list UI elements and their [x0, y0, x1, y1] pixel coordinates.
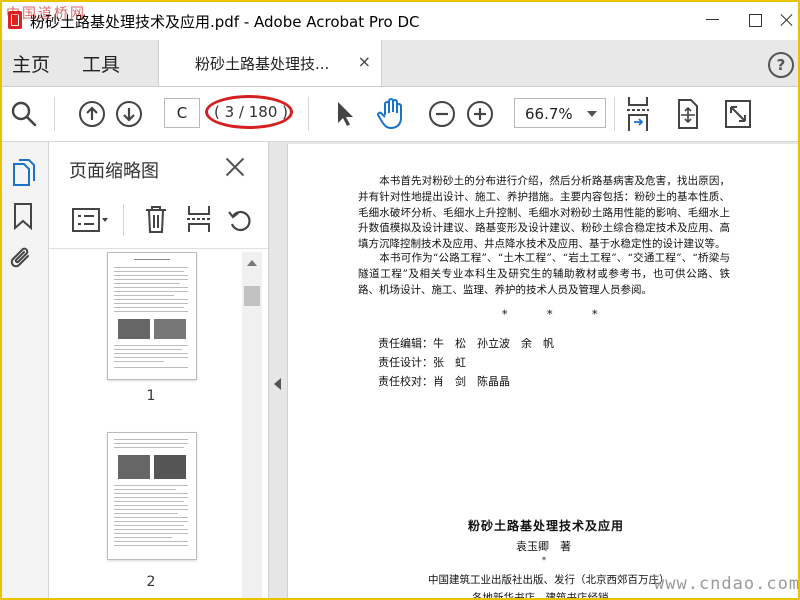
- thumbnail-label-1: 1: [146, 388, 156, 404]
- scroll-up-icon[interactable]: [247, 260, 257, 266]
- book-author: 袁玉卿 著: [516, 540, 571, 553]
- distributor-line: 各地新华书店、建筑书店经销: [472, 592, 609, 598]
- window-title: 粉砂土路基处理技术及应用.pdf - Adobe Acrobat Pro DC: [30, 13, 420, 31]
- small-star: *: [542, 556, 546, 565]
- document-viewer[interactable]: 本书首先对粉砂土的分布进行介绍，然后分析路基病害及危害，找出原因，并有针对性地提…: [269, 142, 798, 598]
- close-tab-icon[interactable]: ×: [358, 52, 371, 71]
- bookmark-icon[interactable]: [12, 202, 34, 230]
- summary-paragraph: 本书首先对粉砂土的分布进行介绍，然后分析路基病害及危害，找出原因，并有针对性地提…: [358, 174, 730, 253]
- thumbnail-pane-title: 页面缩略图: [69, 161, 159, 182]
- thumbnail-tools: [49, 192, 268, 249]
- help-icon[interactable]: ?: [768, 52, 794, 78]
- navigation-rail: [2, 142, 49, 598]
- home-menu[interactable]: 主页: [12, 50, 50, 77]
- full-screen-icon[interactable]: [724, 99, 752, 129]
- document-tab[interactable]: 粉砂土路基处理技... ×: [158, 40, 382, 86]
- zoom-in-icon[interactable]: [466, 100, 494, 128]
- collapse-pane-icon[interactable]: [274, 378, 281, 390]
- toolbar-separator: [614, 97, 615, 131]
- credit-editor: 责任编辑：牛 松 孙立波 余 帆: [378, 337, 554, 350]
- delete-page-icon[interactable]: [143, 204, 169, 234]
- extract-page-icon[interactable]: [185, 204, 213, 234]
- tools-separator: [123, 204, 124, 236]
- document-page: 本书首先对粉砂土的分布进行介绍，然后分析路基病害及危害，找出原因，并有针对性地提…: [287, 144, 798, 598]
- audience-paragraph: 本书可作为“公路工程”、“土木工程”、“岩土工程”、“交通工程”、“桥梁与隧道工…: [358, 251, 730, 298]
- zoom-select[interactable]: 66.7%: [514, 98, 606, 128]
- title-bar: 粉砂土路基处理技术及应用.pdf - Adobe Acrobat Pro DC …: [2, 2, 798, 40]
- thumbnail-page-2[interactable]: [107, 432, 197, 560]
- thumbnail-options-icon[interactable]: [71, 206, 111, 234]
- watermark-bottom-right: www.cndao.com: [654, 574, 800, 594]
- red-highlight-ellipse: [205, 95, 293, 129]
- publisher-line: 中国建筑工业出版社出版、发行（北京西郊百万庄）: [428, 574, 670, 586]
- close-window-button[interactable]: [774, 8, 798, 32]
- select-arrow-icon[interactable]: [332, 99, 358, 129]
- minimize-button[interactable]: [700, 8, 726, 32]
- acrobat-app-icon: [8, 11, 22, 29]
- hand-tool-icon[interactable]: [376, 97, 408, 131]
- rotate-page-icon[interactable]: [227, 206, 255, 234]
- document-tab-label: 粉砂土路基处理技...: [195, 55, 330, 73]
- search-icon[interactable]: [10, 100, 38, 128]
- close-pane-icon[interactable]: [223, 155, 247, 179]
- book-title: 粉砂土路基处理技术及应用: [468, 519, 625, 533]
- scroll-mode-icon[interactable]: [624, 95, 652, 133]
- audience-text: 本书可作为“公路工程”、“土木工程”、“岩土工程”、“交通工程”、“桥梁与隧道工…: [358, 252, 730, 296]
- page-thumbnails-icon[interactable]: [10, 158, 38, 188]
- maximize-button[interactable]: [742, 8, 768, 32]
- credit-design: 责任设计：张 虹: [378, 356, 466, 369]
- tools-menu[interactable]: 工具: [82, 50, 120, 77]
- summary-text: 本书首先对粉砂土的分布进行介绍，然后分析路基病害及危害，找出原因，并有针对性地提…: [358, 175, 730, 251]
- next-page-icon[interactable]: [115, 100, 143, 128]
- zoom-out-icon[interactable]: [428, 100, 456, 128]
- zoom-value: 66.7%: [525, 105, 573, 123]
- credit-proofread: 责任校对：肖 剑 陈晶晶: [378, 375, 510, 388]
- app-window: 粉砂土路基处理技术及应用.pdf - Adobe Acrobat Pro DC …: [0, 0, 800, 600]
- scrollbar-thumb[interactable]: [244, 286, 260, 306]
- toolbar: C ( 3 / 180 ) 66.7%: [2, 87, 798, 142]
- current-page-input[interactable]: C: [164, 98, 200, 128]
- menu-bar: 主页 工具 粉砂土路基处理技... × ?: [2, 40, 798, 87]
- section-separator: * * *: [502, 308, 616, 321]
- thumbnail-label-2: 2: [146, 574, 156, 590]
- attachment-icon[interactable]: [8, 244, 36, 274]
- chevron-down-icon: [587, 111, 597, 117]
- toolbar-separator: [308, 97, 309, 131]
- thumbnail-pane: 页面缩略图 1 2: [49, 142, 269, 598]
- rotate-view-icon[interactable]: [674, 98, 702, 130]
- previous-page-icon[interactable]: [78, 100, 106, 128]
- thumbnail-scrollbar[interactable]: [242, 252, 262, 598]
- toolbar-separator: [54, 97, 55, 131]
- thumbnail-page-1[interactable]: [107, 252, 197, 380]
